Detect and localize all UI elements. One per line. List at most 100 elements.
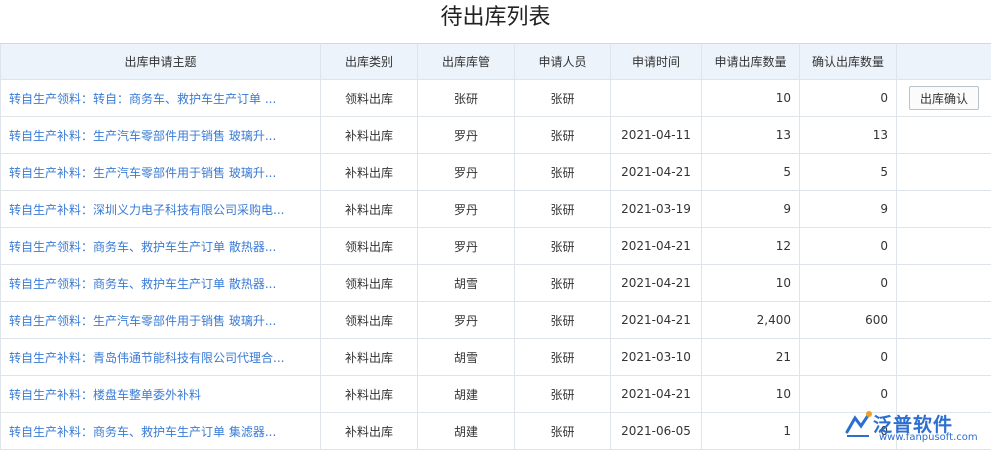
table-row[interactable]: 转自生产领料：转自：商务车、救护车生产订单 ... 领料出库 张研 张研 10 0 出库确认 bbox=[0, 79, 991, 117]
confirm-outbound-button[interactable]: 出库确认 bbox=[908, 86, 979, 110]
cell-confirmed-qty: 0 bbox=[799, 375, 897, 413]
cell-subject[interactable]: 转自生产领料：商务车、救护车生产订单 散热器... bbox=[0, 264, 321, 302]
cell-applicant: 张研 bbox=[514, 301, 611, 339]
cell-subject[interactable]: 转自生产领料：商务车、救护车生产订单 散热器... bbox=[0, 227, 321, 265]
cell-subject[interactable]: 转自生产补料：深圳义力电子科技有限公司采购电... bbox=[0, 190, 321, 228]
header-applicant[interactable]: 申请人员 bbox=[514, 43, 611, 80]
cell-applicant: 张研 bbox=[514, 227, 611, 265]
cell-applicant: 张研 bbox=[514, 116, 611, 154]
cell-requested-qty: 13 bbox=[701, 116, 800, 154]
cell-keeper: 罗丹 bbox=[417, 116, 515, 154]
header-requested-qty[interactable]: 申请出库数量 bbox=[701, 43, 800, 80]
cell-action bbox=[896, 301, 991, 339]
table-row[interactable]: 转自生产补料：生产汽车零部件用于销售 玻璃升... 补料出库 罗丹 张研 2021-04… bbox=[0, 116, 991, 154]
cell-type: 领料出库 bbox=[320, 79, 418, 117]
cell-date: 2021-04-21 bbox=[610, 153, 702, 191]
table-row[interactable]: 转自生产领料：生产汽车零部件用于销售 玻璃升... 领料出库 罗丹 张研 2021-04… bbox=[0, 301, 991, 339]
cell-date: 2021-06-05 bbox=[610, 412, 702, 450]
cell-action bbox=[896, 227, 991, 265]
cell-date: 2021-03-19 bbox=[610, 190, 702, 228]
cell-action bbox=[896, 338, 991, 376]
cell-keeper: 胡建 bbox=[417, 375, 515, 413]
header-action bbox=[896, 43, 991, 80]
cell-date: 2021-03-10 bbox=[610, 338, 702, 376]
brand-logo-icon bbox=[845, 411, 872, 437]
brand-watermark: 泛普软件 www.fanpusoft.com bbox=[843, 410, 983, 444]
outbound-table: 出库申请主题 出库类别 出库库管 申请人员 申请时间 申请出库数量 确认出库数量… bbox=[0, 43, 991, 450]
cell-subject[interactable]: 转自生产补料：生产汽车零部件用于销售 玻璃升... bbox=[0, 153, 321, 191]
cell-requested-qty: 2,400 bbox=[701, 301, 800, 339]
page-title: 待出库列表 bbox=[440, 5, 551, 30]
cell-confirmed-qty: 0 bbox=[799, 338, 897, 376]
header-subject[interactable]: 出库申请主题 bbox=[0, 43, 321, 80]
table-header-row: 出库申请主题 出库类别 出库库管 申请人员 申请时间 申请出库数量 确认出库数量 bbox=[0, 43, 991, 80]
header-confirmed-qty[interactable]: 确认出库数量 bbox=[799, 43, 897, 80]
cell-subject[interactable]: 转自生产补料：生产汽车零部件用于销售 玻璃升... bbox=[0, 116, 321, 154]
cell-type: 补料出库 bbox=[320, 116, 418, 154]
cell-type: 领料出库 bbox=[320, 227, 418, 265]
table-row[interactable]: 转自生产领料：商务车、救护车生产订单 散热器... 领料出库 罗丹 张研 2021-04… bbox=[0, 227, 991, 265]
cell-requested-qty: 10 bbox=[701, 79, 800, 117]
cell-keeper: 张研 bbox=[417, 79, 515, 117]
cell-subject[interactable]: 转自生产领料：转自：商务车、救护车生产订单 ... bbox=[0, 79, 321, 117]
cell-confirmed-qty: 13 bbox=[799, 116, 897, 154]
cell-type: 补料出库 bbox=[320, 338, 418, 376]
cell-requested-qty: 5 bbox=[701, 153, 800, 191]
cell-confirmed-qty: 5 bbox=[799, 153, 897, 191]
cell-subject[interactable]: 转自生产领料：生产汽车零部件用于销售 玻璃升... bbox=[0, 301, 321, 339]
cell-keeper: 胡雪 bbox=[417, 264, 515, 302]
cell-type: 补料出库 bbox=[320, 412, 418, 450]
cell-date bbox=[610, 79, 702, 117]
table-row[interactable]: 转自生产领料：商务车、救护车生产订单 散热器... 领料出库 胡雪 张研 2021-04… bbox=[0, 264, 991, 302]
cell-applicant: 张研 bbox=[514, 79, 611, 117]
cell-subject[interactable]: 转自生产补料：青岛伟通节能科技有限公司代理合... bbox=[0, 338, 321, 376]
cell-keeper: 罗丹 bbox=[417, 227, 515, 265]
cell-action bbox=[896, 264, 991, 302]
cell-keeper: 罗丹 bbox=[417, 190, 515, 228]
brand-url: www.fanpusoft.com bbox=[879, 432, 978, 443]
cell-date: 2021-04-21 bbox=[610, 301, 702, 339]
cell-subject[interactable]: 转自生产补料：商务车、救护车生产订单 集滤器... bbox=[0, 412, 321, 450]
cell-action bbox=[896, 116, 991, 154]
cell-applicant: 张研 bbox=[514, 264, 611, 302]
cell-date: 2021-04-21 bbox=[610, 264, 702, 302]
cell-action bbox=[896, 375, 991, 413]
cell-confirmed-qty: 600 bbox=[799, 301, 897, 339]
cell-applicant: 张研 bbox=[514, 375, 611, 413]
header-keeper[interactable]: 出库库管 bbox=[417, 43, 515, 80]
cell-date: 2021-04-21 bbox=[610, 375, 702, 413]
cell-subject[interactable]: 转自生产补料：楼盘车整单委外补料 bbox=[0, 375, 321, 413]
header-type[interactable]: 出库类别 bbox=[320, 43, 418, 80]
cell-action bbox=[896, 190, 991, 228]
cell-requested-qty: 9 bbox=[701, 190, 800, 228]
cell-requested-qty: 10 bbox=[701, 375, 800, 413]
cell-type: 领料出库 bbox=[320, 264, 418, 302]
table-row[interactable]: 转自生产补料：楼盘车整单委外补料 补料出库 胡建 张研 2021-04-21 10 0 bbox=[0, 375, 991, 413]
cell-action bbox=[896, 153, 991, 191]
cell-type: 补料出库 bbox=[320, 153, 418, 191]
cell-confirmed-qty: 9 bbox=[799, 190, 897, 228]
cell-applicant: 张研 bbox=[514, 338, 611, 376]
cell-requested-qty: 1 bbox=[701, 412, 800, 450]
cell-confirmed-qty: 0 bbox=[799, 79, 897, 117]
cell-type: 补料出库 bbox=[320, 190, 418, 228]
cell-applicant: 张研 bbox=[514, 412, 611, 450]
cell-requested-qty: 10 bbox=[701, 264, 800, 302]
cell-applicant: 张研 bbox=[514, 190, 611, 228]
cell-requested-qty: 12 bbox=[701, 227, 800, 265]
cell-date: 2021-04-21 bbox=[610, 227, 702, 265]
cell-action: 出库确认 bbox=[896, 79, 991, 117]
header-date[interactable]: 申请时间 bbox=[610, 43, 702, 80]
cell-requested-qty: 21 bbox=[701, 338, 800, 376]
cell-keeper: 罗丹 bbox=[417, 153, 515, 191]
cell-confirmed-qty: 0 bbox=[799, 227, 897, 265]
table-row[interactable]: 转自生产补料：生产汽车零部件用于销售 玻璃升... 补料出库 罗丹 张研 2021-04… bbox=[0, 153, 991, 191]
cell-keeper: 胡建 bbox=[417, 412, 515, 450]
cell-keeper: 胡雪 bbox=[417, 338, 515, 376]
cell-applicant: 张研 bbox=[514, 153, 611, 191]
table-row[interactable]: 转自生产补料：深圳义力电子科技有限公司采购电... 补料出库 罗丹 张研 2021-03… bbox=[0, 190, 991, 228]
cell-date: 2021-04-11 bbox=[610, 116, 702, 154]
table-row[interactable]: 转自生产补料：青岛伟通节能科技有限公司代理合... 补料出库 胡雪 张研 2021-03… bbox=[0, 338, 991, 376]
cell-confirmed-qty: 0 bbox=[799, 264, 897, 302]
cell-type: 补料出库 bbox=[320, 375, 418, 413]
